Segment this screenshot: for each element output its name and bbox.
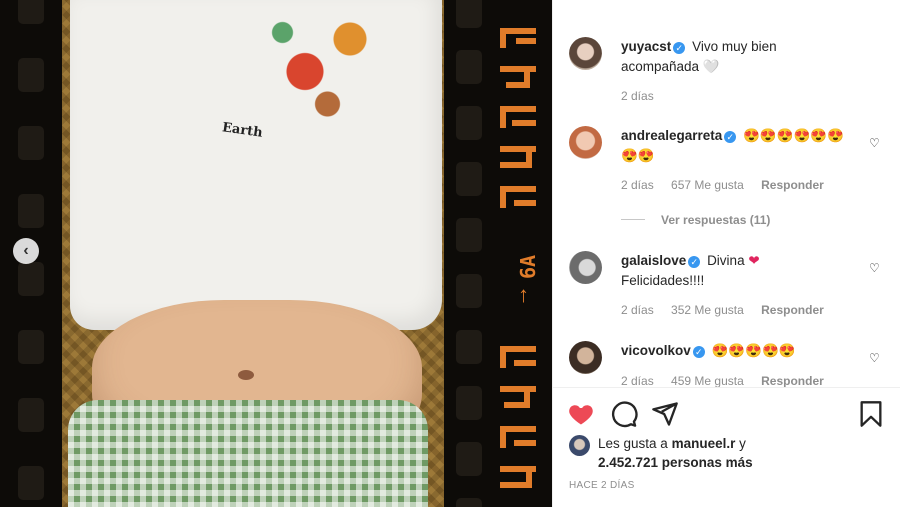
- post-actions: Les gusta a manueel.r y 2.452.721 person…: [553, 387, 900, 507]
- film-sprocket: [456, 386, 482, 420]
- film-sprocket: [18, 126, 44, 160]
- caption-username[interactable]: yuyacst: [621, 39, 671, 54]
- verified-badge-icon: ✓: [688, 256, 701, 268]
- film-sprocket: [18, 466, 44, 500]
- view-replies-label: Ver respuestas (11): [661, 213, 771, 227]
- comment-text: Divina: [707, 253, 745, 268]
- comment-icon[interactable]: [610, 400, 638, 428]
- post-photo[interactable]: Earth 6A ↑ ‹: [0, 0, 552, 507]
- film-sprocket: [456, 50, 482, 84]
- verified-badge-icon: ✓: [692, 346, 705, 358]
- comment-meta: 2 días 657 Me gusta Responder: [621, 178, 838, 192]
- bookmark-icon[interactable]: [857, 400, 885, 428]
- avatar[interactable]: [569, 251, 602, 284]
- film-sprocket: [18, 194, 44, 228]
- post-side-panel: yuyacst ✓ Vivo muy bien acompañada 🤍 2 dí…: [552, 0, 900, 507]
- film-sprocket: [456, 442, 482, 476]
- film-sprocket: [456, 274, 482, 308]
- comment-time[interactable]: 2 días: [621, 374, 654, 387]
- red-heart-emoji: ❤: [748, 253, 760, 268]
- likes-summary: Les gusta a manueel.r y 2.452.721 person…: [598, 434, 753, 472]
- film-sprocket: [456, 0, 482, 28]
- like-comment-heart-icon[interactable]: ♡: [869, 136, 880, 150]
- film-sprocket: [18, 398, 44, 432]
- comment-username[interactable]: vicovolkov: [621, 343, 691, 358]
- caption-time[interactable]: 2 días: [621, 89, 654, 103]
- likes-count[interactable]: 2.452.721 personas más: [598, 455, 753, 470]
- liker-avatar[interactable]: [569, 435, 590, 456]
- navel: [238, 370, 254, 380]
- comment-likes[interactable]: 352 Me gusta: [671, 303, 744, 317]
- like-comment-heart-icon[interactable]: ♡: [869, 351, 880, 365]
- reply-button[interactable]: Responder: [761, 178, 824, 192]
- comment-meta: 2 días 459 Me gusta Responder: [621, 374, 838, 387]
- likes-prefix: Les gusta a: [598, 436, 668, 451]
- view-replies-button[interactable]: Ver respuestas (11): [621, 213, 770, 227]
- film-strip-right: 6A ↑: [444, 0, 552, 507]
- chevron-left-icon: ‹: [23, 242, 29, 259]
- film-sprocket: [456, 218, 482, 252]
- replies-divider: [621, 219, 645, 220]
- reply-button[interactable]: Responder: [761, 374, 824, 387]
- comment-time[interactable]: 2 días: [621, 303, 654, 317]
- comments-list[interactable]: yuyacst ✓ Vivo muy bien acompañada 🤍 2 dí…: [553, 0, 900, 387]
- caption-meta: 2 días: [621, 89, 668, 103]
- film-sprocket: [456, 162, 482, 196]
- film-frame-label: 6A: [516, 254, 541, 280]
- share-icon[interactable]: [651, 400, 679, 428]
- caption-text-block: yuyacst ✓ Vivo muy bien acompañada 🤍: [621, 37, 851, 77]
- film-sprocket: [456, 498, 482, 507]
- film-sprocket: [18, 262, 44, 296]
- heart-filled-icon[interactable]: [567, 400, 595, 428]
- film-sprocket: [18, 0, 44, 24]
- film-arrow-icon: ↑: [518, 282, 529, 307]
- film-sprocket: [456, 330, 482, 364]
- white-shirt: Earth: [70, 0, 442, 330]
- gingham-skirt: [68, 400, 428, 507]
- comment-text-block: andrealegarreta ✓ 😍😍😍😍😍😍😍😍: [621, 126, 851, 166]
- comment-text-continued: Felicidades!!!!: [621, 273, 705, 288]
- like-comment-heart-icon[interactable]: ♡: [869, 261, 880, 275]
- comment-likes[interactable]: 459 Me gusta: [671, 374, 744, 387]
- film-sprocket: [18, 330, 44, 364]
- avatar[interactable]: [569, 341, 602, 374]
- film-sprocket: [18, 58, 44, 92]
- film-edge-code-top: [500, 28, 536, 208]
- verified-badge-icon: ✓: [724, 131, 737, 143]
- comment-username[interactable]: galaislove: [621, 253, 686, 268]
- comment-username[interactable]: andrealegarreta: [621, 128, 722, 143]
- comment-text: 😍😍😍😍😍: [711, 343, 796, 358]
- mushroom-print: [245, 0, 395, 130]
- comment-meta: 2 días 352 Me gusta Responder: [621, 303, 838, 317]
- reply-button[interactable]: Responder: [761, 303, 824, 317]
- comment-text-block: vicovolkov ✓ 😍😍😍😍😍: [621, 341, 851, 361]
- post-time-ago[interactable]: HACE 2 DÍAS: [569, 480, 635, 491]
- film-edge-code-bottom: [500, 346, 536, 488]
- film-sprocket: [456, 106, 482, 140]
- avatar[interactable]: [569, 126, 602, 159]
- previous-image-button[interactable]: ‹: [13, 238, 39, 264]
- avatar[interactable]: [569, 37, 602, 70]
- verified-badge-icon: ✓: [673, 42, 686, 54]
- comment-time[interactable]: 2 días: [621, 178, 654, 192]
- liker-username[interactable]: manueel.r: [672, 436, 736, 451]
- comment-text-block: galaislove ✓ Divina ❤ Felicidades!!!!: [621, 251, 851, 291]
- comment-likes[interactable]: 657 Me gusta: [671, 178, 744, 192]
- likes-connector: y: [739, 436, 746, 451]
